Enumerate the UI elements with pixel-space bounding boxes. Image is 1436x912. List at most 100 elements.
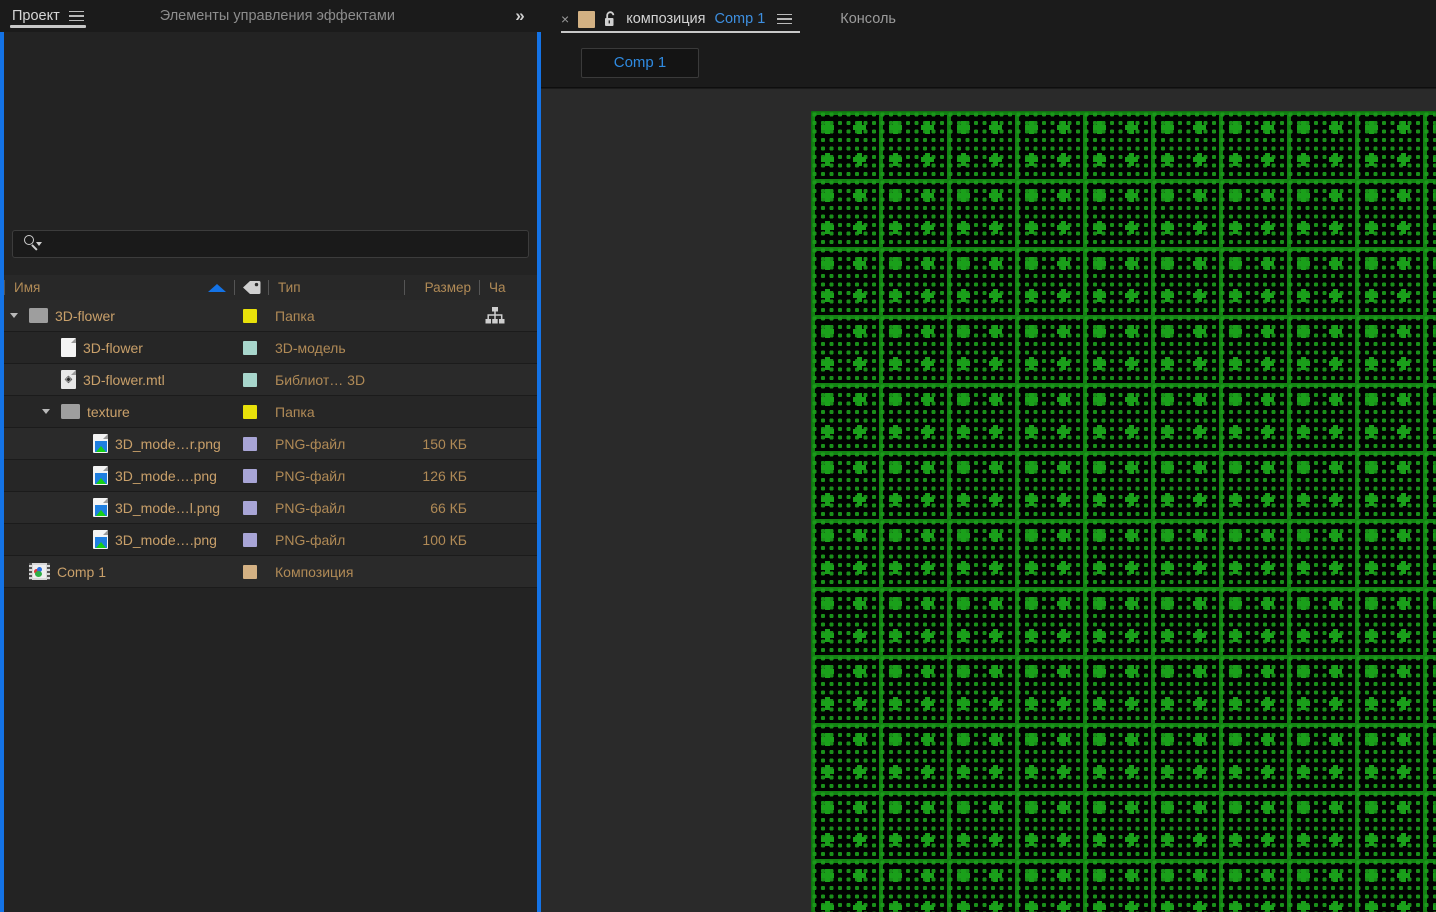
project-file-list[interactable]: 3D-flowerПапка3D-flower3D-модель◈3D-flow…	[4, 300, 537, 588]
pattern-cross	[989, 765, 1002, 778]
pattern-cross	[889, 629, 902, 642]
label-color-swatch[interactable]	[243, 469, 257, 483]
pattern-cross	[1297, 393, 1310, 406]
pattern-cross	[1161, 257, 1174, 270]
row-name-cell[interactable]: 3D_mode….png	[4, 530, 233, 549]
pattern-cross	[1093, 257, 1106, 270]
table-row[interactable]: textureПапка	[4, 396, 537, 428]
pattern-cross	[1125, 289, 1138, 302]
pattern-cross	[1161, 697, 1174, 710]
sort-ascending-arrow[interactable]	[208, 284, 226, 292]
row-name-cell[interactable]: Comp 1	[4, 563, 233, 580]
row-label-cell[interactable]	[233, 437, 266, 451]
table-row[interactable]: 3D_mode…r.pngPNG-файл150 КБ	[4, 428, 537, 460]
close-icon[interactable]: ×	[561, 12, 569, 26]
column-header-ch[interactable]: Ча	[480, 275, 520, 300]
row-name-cell[interactable]: 3D_mode…r.png	[4, 434, 233, 453]
column-header-name[interactable]: Имя	[5, 275, 234, 300]
pattern-cross	[1193, 493, 1206, 506]
tab-composition[interactable]: × композиция Comp 1	[561, 0, 800, 38]
pattern-cross	[1057, 561, 1070, 574]
tab-project[interactable]: Проект	[0, 0, 96, 32]
table-row[interactable]: 3D-flower3D-модель	[4, 332, 537, 364]
pattern-cross	[921, 629, 934, 642]
row-name-cell[interactable]: 3D-flower	[4, 338, 233, 357]
pattern-cross	[1093, 221, 1106, 234]
pattern-cross	[989, 289, 1002, 302]
png-thumb	[95, 537, 107, 548]
pattern-cross	[853, 189, 866, 202]
row-name-cell[interactable]: texture	[4, 404, 233, 420]
table-row[interactable]: 3D-flower Папка	[4, 300, 537, 332]
label-color-swatch[interactable]	[243, 405, 257, 419]
composition-viewer[interactable]	[541, 89, 1436, 912]
table-row[interactable]: 3D_mode….pngPNG-файл126 КБ	[4, 460, 537, 492]
label-color-swatch[interactable]	[243, 501, 257, 515]
row-name-cell[interactable]: 3D_mode…l.png	[4, 498, 233, 517]
search-input[interactable]	[43, 237, 528, 252]
search-box[interactable]	[12, 230, 529, 258]
pattern-cross	[1261, 665, 1274, 678]
pattern-cross	[1125, 325, 1138, 338]
row-label-cell[interactable]	[233, 469, 266, 483]
pattern-cross	[889, 289, 902, 302]
label-color-swatch[interactable]	[243, 437, 257, 451]
tab-overflow-button[interactable]: »	[505, 4, 533, 28]
label-color-swatch[interactable]	[243, 341, 257, 355]
pattern-cross	[1161, 801, 1174, 814]
row-label-cell[interactable]	[233, 501, 266, 515]
table-row[interactable]: Comp 1Композиция	[4, 556, 537, 588]
pattern-cross	[921, 357, 934, 370]
pattern-cross	[1261, 393, 1274, 406]
row-size-cell: 126 КБ	[401, 468, 475, 484]
pattern-cross	[1397, 153, 1410, 166]
row-label-cell[interactable]	[233, 373, 266, 387]
row-name-cell[interactable]: ◈3D-flower.mtl	[4, 370, 233, 389]
table-row[interactable]: 3D_mode….pngPNG-файл100 КБ	[4, 524, 537, 556]
label-color-swatch[interactable]	[243, 373, 257, 387]
pattern-cross	[1365, 461, 1378, 474]
column-header-label[interactable]	[235, 275, 268, 300]
pattern-cross	[957, 257, 970, 270]
pattern-cross	[1329, 325, 1342, 338]
pattern-cross	[1025, 765, 1038, 778]
twisty-open-icon[interactable]	[40, 405, 54, 419]
label-color-swatch[interactable]	[243, 533, 257, 547]
row-label-cell[interactable]	[233, 533, 266, 547]
pattern-cross	[1297, 629, 1310, 642]
composition-menu-icon[interactable]	[777, 14, 792, 25]
table-row[interactable]: ◈3D-flower.mtlБиблиот… 3D	[4, 364, 537, 396]
label-color-swatch[interactable]	[243, 565, 257, 579]
pattern-cross	[1329, 869, 1342, 882]
panel-menu-icon[interactable]	[69, 11, 84, 22]
row-name-cell[interactable]: 3D_mode….png	[4, 466, 233, 485]
pattern-cross	[1261, 901, 1274, 912]
pattern-cross	[1193, 733, 1206, 746]
tab-effect-controls[interactable]: Элементы управления эффектами	[148, 0, 407, 32]
subtab-comp-1[interactable]: Comp 1	[581, 48, 699, 78]
project-panel-body: Имя Тип Ра	[4, 32, 537, 912]
pattern-cross	[1261, 425, 1274, 438]
row-label-cell[interactable]	[233, 309, 266, 323]
column-header-size[interactable]: Размер	[405, 275, 479, 300]
column-header-type[interactable]: Тип	[269, 275, 404, 300]
lock-open-icon[interactable]	[604, 11, 617, 27]
hierarchy-icon[interactable]	[485, 307, 505, 324]
pattern-cross	[889, 357, 902, 370]
composition-canvas[interactable]	[811, 111, 1436, 912]
label-color-swatch[interactable]	[243, 309, 257, 323]
pattern-cross	[821, 665, 834, 678]
row-label-cell[interactable]	[233, 405, 266, 419]
row-name-cell[interactable]: 3D-flower	[4, 308, 233, 324]
pattern-cross	[989, 869, 1002, 882]
tab-console[interactable]: Консоль	[840, 0, 896, 38]
pattern-cross	[989, 393, 1002, 406]
pattern-cross	[1093, 561, 1106, 574]
row-type-cell: Папка	[266, 308, 401, 324]
table-row[interactable]: 3D_mode…l.pngPNG-файл66 КБ	[4, 492, 537, 524]
pattern-cross	[1125, 257, 1138, 270]
row-label-cell[interactable]	[233, 341, 266, 355]
row-label-cell[interactable]	[233, 565, 266, 579]
pattern-cross	[1365, 901, 1378, 912]
twisty-open-icon[interactable]	[8, 309, 22, 323]
